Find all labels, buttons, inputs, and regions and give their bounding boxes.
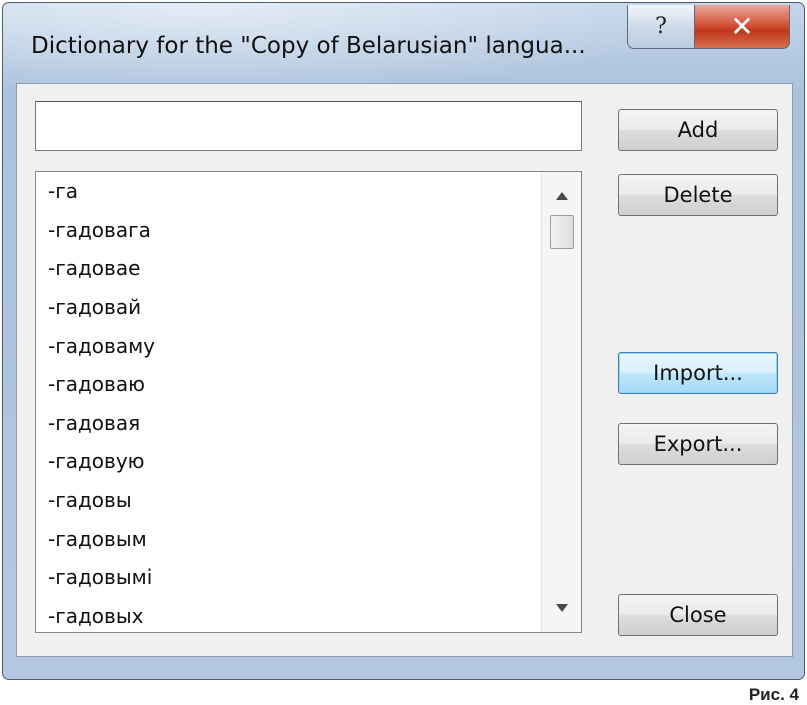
dialog-body: -га -гадовага -гадовае -гадовай -гадоваму -га…	[16, 83, 793, 657]
add-button[interactable]: Add	[618, 109, 778, 151]
word-list: -га -гадовага -гадовае -гадовай -гадоваму -га…	[36, 172, 541, 632]
list-item[interactable]: -гадоваю	[36, 365, 541, 404]
close-icon: ✕	[730, 10, 754, 43]
scroll-thumb[interactable]	[550, 215, 574, 249]
window-close-button[interactable]: ✕	[694, 5, 790, 49]
figure-caption: Рис. 4	[748, 685, 799, 704]
list-item[interactable]: -га	[36, 172, 541, 211]
list-item[interactable]: -гадовага	[36, 211, 541, 250]
vertical-scrollbar[interactable]	[541, 172, 581, 632]
list-item[interactable]: -гадовая	[36, 404, 541, 443]
import-button[interactable]: Import...	[618, 352, 778, 394]
list-item[interactable]: -гадовай	[36, 288, 541, 327]
scroll-up-icon[interactable]	[542, 176, 581, 216]
export-button[interactable]: Export...	[618, 423, 778, 465]
list-item[interactable]: -гадовых	[36, 597, 541, 632]
list-item[interactable]: -гадовым	[36, 519, 541, 558]
close-button[interactable]: Close	[618, 594, 778, 636]
help-icon: ?	[655, 14, 667, 39]
list-item[interactable]: -гадоваму	[36, 326, 541, 365]
help-button[interactable]: ?	[627, 5, 695, 49]
word-listbox[interactable]: -га -гадовага -гадовае -гадовай -гадоваму -га…	[35, 171, 582, 633]
list-item[interactable]: -гадовымі	[36, 558, 541, 597]
list-item[interactable]: -гадовы	[36, 481, 541, 520]
dialog-title: Dictionary for the "Copy of Belarusian" …	[31, 33, 586, 59]
list-item[interactable]: -гадовае	[36, 249, 541, 288]
word-input[interactable]	[35, 101, 582, 151]
delete-button[interactable]: Delete	[618, 174, 778, 216]
dictionary-dialog: Dictionary for the "Copy of Belarusian" …	[2, 2, 805, 680]
list-item[interactable]: -гадовую	[36, 442, 541, 481]
scroll-down-icon[interactable]	[542, 588, 581, 628]
